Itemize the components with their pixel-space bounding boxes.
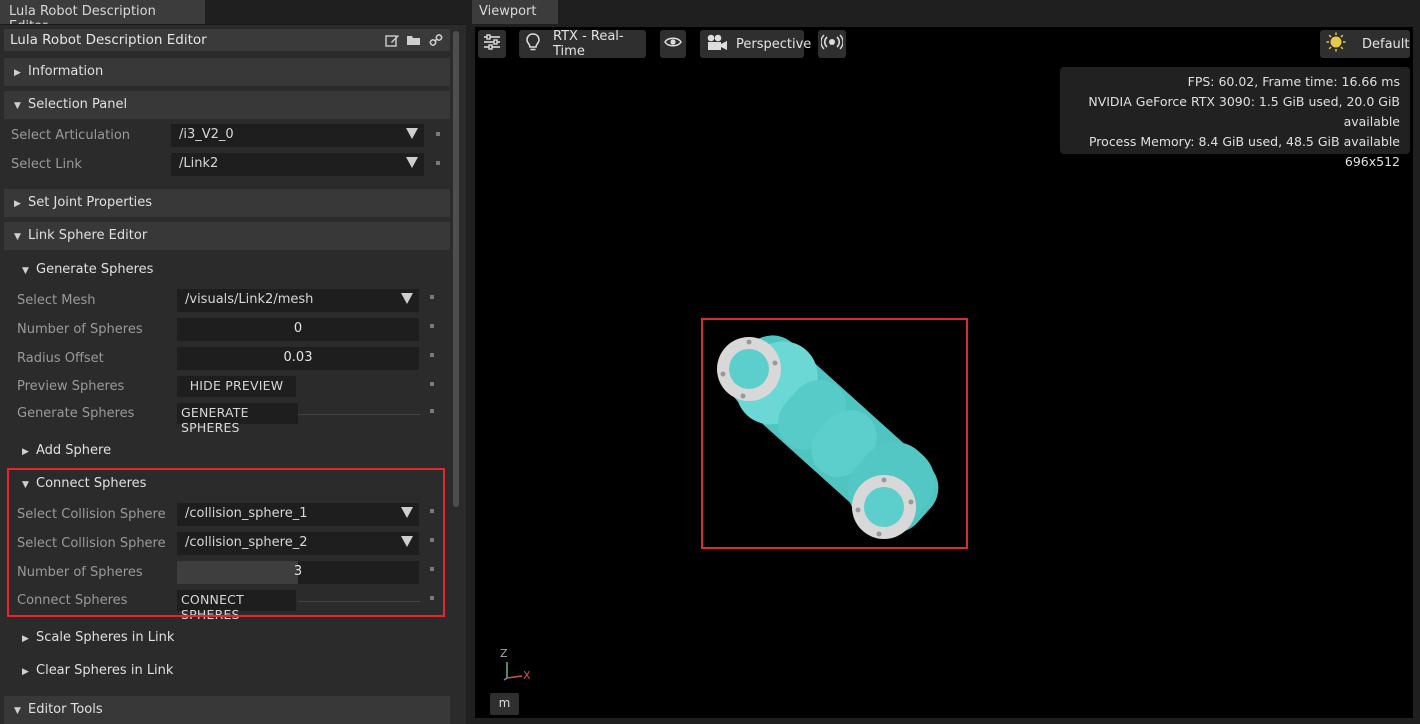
panel-title: Lula Robot Description Editor — [10, 32, 207, 48]
axis-z-label: Z — [500, 647, 508, 660]
reset-indicator — [430, 353, 434, 357]
reset-indicator — [430, 409, 434, 413]
dropdown-arrow-icon — [401, 293, 413, 304]
resolution-readout: 696x512 — [1344, 154, 1400, 169]
camera-button[interactable]: Perspective — [700, 30, 811, 58]
lighting-label: Default — [1362, 36, 1410, 52]
viewport-settings-button[interactable] — [478, 30, 506, 58]
subsection-add-sphere[interactable]: ▶ Add Sphere — [22, 438, 111, 464]
scale-spheres-title: Scale Spheres in Link — [36, 630, 175, 645]
section-selection-panel-label: Selection Panel — [28, 97, 128, 112]
add-sphere-title: Add Sphere — [36, 443, 112, 458]
camera-icon — [706, 33, 728, 55]
section-information[interactable]: ▶ Information — [4, 58, 450, 86]
subsection-scale-spheres[interactable]: ▶ Scale Spheres in Link — [22, 625, 174, 651]
number-of-spheres-field[interactable]: 0 — [177, 318, 419, 341]
edit-icon[interactable] — [384, 32, 400, 48]
subsection-clear-spheres[interactable]: ▶ Clear Spheres in Link — [22, 658, 173, 684]
preview-spheres-label: Preview Spheres — [17, 379, 125, 394]
section-set-joint-properties[interactable]: ▶ Set Joint Properties — [4, 189, 450, 217]
gpu-memory-readout: NVIDIA GeForce RTX 3090: 1.5 GiB used, 2… — [1088, 94, 1400, 129]
camera-label: Perspective — [736, 36, 812, 52]
expanded-arrow-icon: ▼ — [14, 232, 21, 242]
select-articulation-value: /i3_V2_0 — [179, 127, 234, 142]
renderer-button[interactable]: RTX - Real-Time — [519, 29, 646, 59]
number-of-spheres-label: Number of Spheres — [17, 322, 143, 337]
dropdown-arrow-icon — [406, 128, 418, 139]
reset-indicator — [430, 324, 434, 328]
editor-window-tab[interactable]: Lula Robot Description Editor — [0, 0, 205, 34]
folder-open-icon[interactable] — [406, 32, 422, 48]
reset-indicator — [436, 132, 440, 136]
generate-spheres-label: Generate Spheres — [17, 406, 135, 421]
select-mesh-value: /visuals/Link2/mesh — [185, 292, 314, 307]
reset-indicator — [430, 382, 434, 386]
axis-x-label: X — [523, 669, 531, 682]
select-mesh-dropdown[interactable]: /visuals/Link2/mesh — [177, 289, 419, 312]
section-selection-panel[interactable]: ▼ Selection Panel — [4, 91, 450, 119]
lightbulb-icon — [525, 32, 541, 56]
radius-offset-field[interactable]: 0.03 — [177, 347, 419, 370]
panel-header: Lula Robot Description Editor — [4, 29, 450, 51]
select-mesh-label: Select Mesh — [17, 293, 96, 308]
radius-offset-label: Radius Offset — [17, 351, 104, 366]
expanded-arrow-icon: ▼ — [14, 706, 21, 716]
panel-scrollbar-thumb[interactable] — [453, 31, 459, 507]
section-set-joint-properties-label: Set Joint Properties — [28, 195, 153, 210]
collapsed-arrow-icon: ▶ — [22, 634, 29, 644]
section-link-sphere-editor-label: Link Sphere Editor — [28, 228, 148, 243]
select-articulation-dropdown[interactable]: /i3_V2_0 — [171, 124, 424, 147]
connect-spheres-highlight-box — [7, 468, 445, 617]
section-information-label: Information — [28, 64, 104, 79]
collapsed-arrow-icon: ▶ — [14, 199, 21, 209]
viewport-tab[interactable]: Viewport — [472, 0, 558, 24]
broadcast-icon — [820, 34, 844, 54]
collapsed-arrow-icon: ▶ — [22, 667, 29, 677]
expanded-arrow-icon: ▼ — [14, 101, 21, 111]
select-link-label: Select Link — [11, 157, 82, 172]
generate-spheres-title: Generate Spheres — [36, 262, 154, 277]
unit-button[interactable]: m — [490, 693, 519, 715]
collapsed-arrow-icon: ▶ — [14, 68, 21, 78]
select-articulation-label: Select Articulation — [11, 128, 131, 143]
viewport-stats-overlay: FPS: 60.02, Frame time: 16.66 ms NVIDIA … — [1060, 67, 1410, 169]
eye-icon — [664, 35, 682, 53]
sliders-icon — [482, 33, 502, 55]
robot-highlight-box — [701, 318, 968, 549]
reset-indicator — [436, 161, 440, 165]
section-editor-tools-label: Editor Tools — [28, 702, 103, 717]
select-link-value: /Link2 — [179, 156, 219, 171]
select-link-dropdown[interactable]: /Link2 — [171, 153, 424, 176]
renderer-label: RTX - Real-Time — [553, 29, 624, 59]
generate-spheres-button[interactable]: GENERATE SPHERES — [177, 403, 298, 435]
reset-indicator — [430, 295, 434, 299]
link-icon[interactable] — [428, 32, 444, 48]
subsection-generate-spheres[interactable]: ▼ Generate Spheres — [22, 257, 153, 283]
fps-readout: FPS: 60.02, Frame time: 16.66 ms — [1187, 74, 1400, 89]
robot-description-editor-panel: Lula Robot Description Editor ▶ Informati… — [0, 24, 466, 724]
broadcast-button[interactable] — [818, 30, 846, 58]
section-editor-tools[interactable]: ▼ Editor Tools — [4, 696, 450, 724]
clear-spheres-title: Clear Spheres in Link — [36, 663, 174, 678]
collapsed-arrow-icon: ▶ — [22, 447, 29, 457]
hide-preview-button[interactable]: HIDE PREVIEW — [177, 376, 296, 397]
process-memory-readout: Process Memory: 8.4 GiB used, 48.5 GiB a… — [1088, 134, 1400, 149]
section-link-sphere-editor[interactable]: ▼ Link Sphere Editor — [4, 222, 450, 250]
dropdown-arrow-icon — [406, 157, 418, 168]
lighting-button[interactable]: Default — [1320, 30, 1410, 58]
sun-icon — [1326, 32, 1346, 56]
expanded-arrow-icon: ▼ — [22, 266, 29, 276]
divider — [298, 414, 420, 415]
visibility-button[interactable] — [660, 30, 686, 58]
